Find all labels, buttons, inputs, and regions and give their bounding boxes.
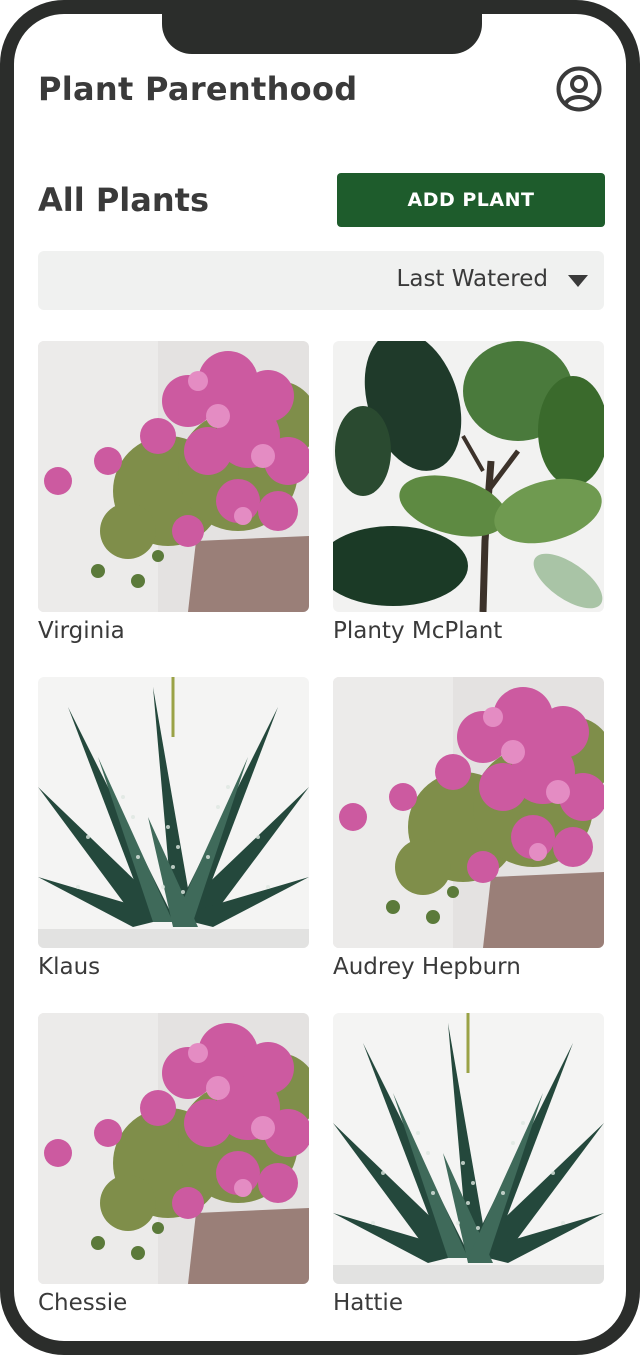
user-circle-icon[interactable] bbox=[556, 66, 602, 112]
plant-card[interactable]: Planty McPlant bbox=[333, 341, 604, 644]
phone-frame: Plant Parenthood All Plants ADD PLANT La… bbox=[0, 0, 640, 1355]
plant-name: Audrey Hepburn bbox=[333, 954, 521, 980]
section-title: All Plants bbox=[38, 181, 209, 219]
plant-name: Chessie bbox=[38, 1290, 128, 1316]
add-plant-button[interactable]: ADD PLANT bbox=[337, 173, 605, 227]
sort-dropdown[interactable]: Last Watered bbox=[38, 251, 604, 310]
caret-down-icon bbox=[568, 275, 588, 287]
plant-photo-flowering-succulent bbox=[38, 1013, 309, 1284]
plant-card[interactable]: Audrey Hepburn bbox=[333, 677, 604, 980]
plant-card[interactable]: Chessie bbox=[38, 1013, 309, 1316]
plant-name: Klaus bbox=[38, 954, 101, 980]
plant-card[interactable]: Virginia bbox=[38, 341, 309, 644]
app-title: Plant Parenthood bbox=[38, 70, 358, 108]
plant-name: Virginia bbox=[38, 618, 125, 644]
plant-name: Planty McPlant bbox=[333, 618, 503, 644]
plant-photo-flowering-succulent bbox=[38, 341, 309, 612]
plant-photo-flowering-succulent bbox=[333, 677, 604, 948]
plant-photo-fiddle-leaf-fig bbox=[333, 341, 604, 612]
plant-photo-zebra-haworthia bbox=[333, 1013, 604, 1284]
sort-selected-label: Last Watered bbox=[396, 266, 548, 292]
plant-name: Hattie bbox=[333, 1290, 403, 1316]
plant-card[interactable]: Klaus bbox=[38, 677, 309, 980]
device-notch bbox=[162, 14, 482, 54]
plant-photo-zebra-haworthia bbox=[38, 677, 309, 948]
plant-card[interactable]: Hattie bbox=[333, 1013, 604, 1316]
